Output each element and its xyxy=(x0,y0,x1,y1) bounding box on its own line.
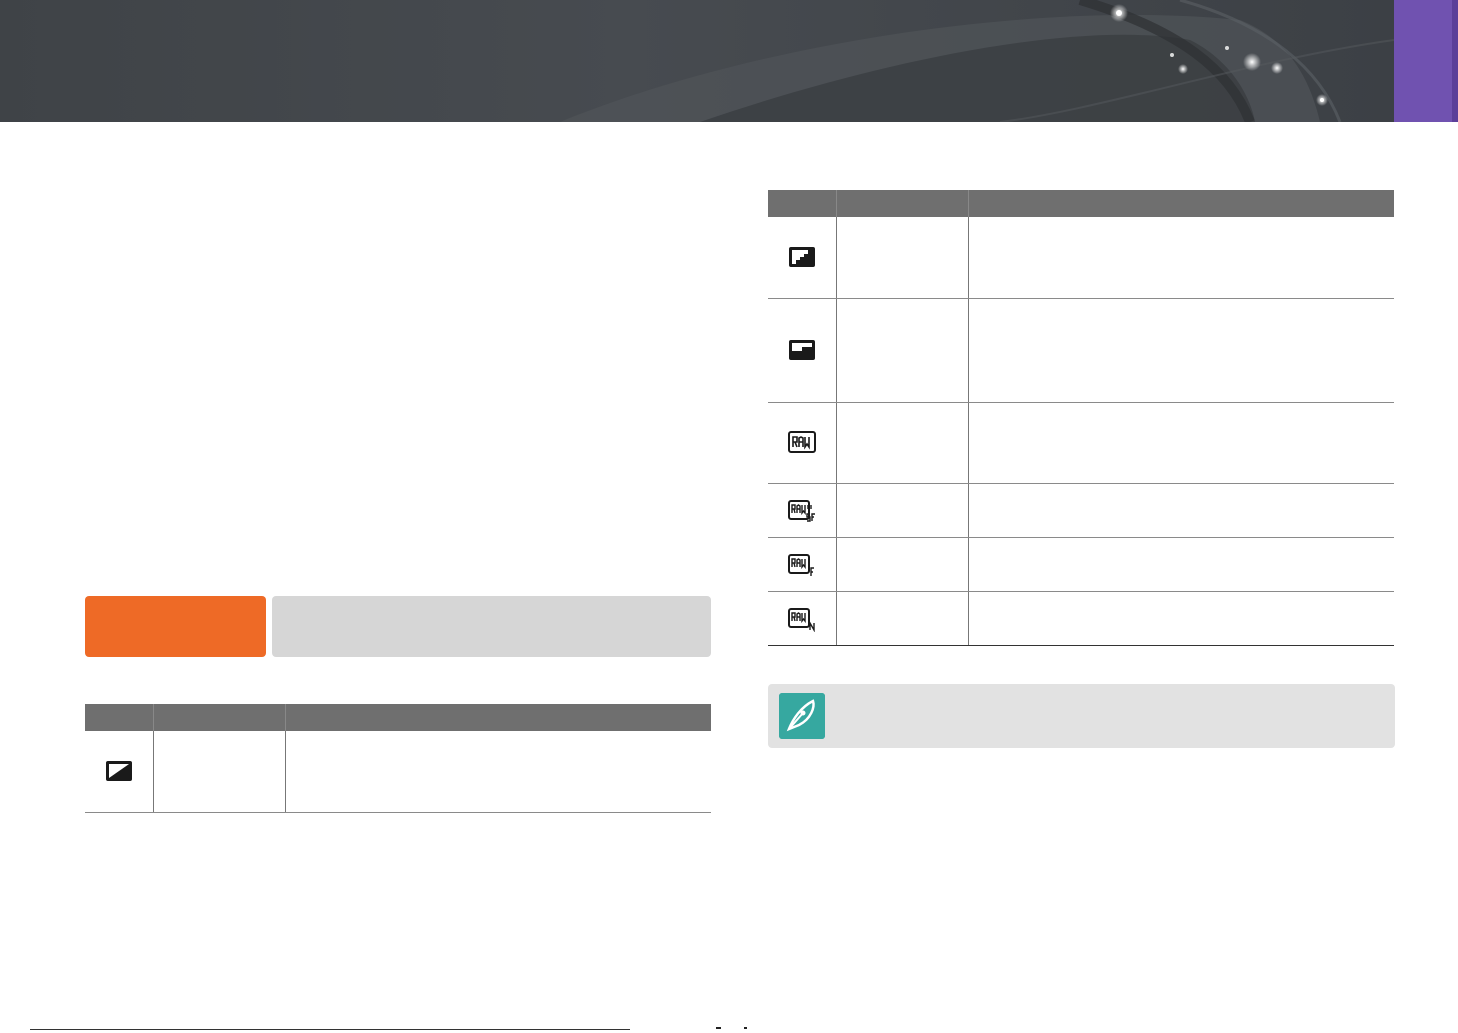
header-divider xyxy=(153,704,154,731)
picture-style-high-icon xyxy=(789,247,815,267)
header-divider xyxy=(285,704,286,731)
pen-nib-icon xyxy=(779,693,825,739)
banner-decoration xyxy=(560,0,1394,122)
left-option-table xyxy=(85,704,711,813)
table-bottom-rule xyxy=(768,645,1394,646)
option-description-bar xyxy=(272,596,711,657)
table-row-rule xyxy=(768,591,1394,592)
raw-normal-icon xyxy=(788,608,815,632)
footer-mark xyxy=(744,1027,747,1029)
header-banner xyxy=(0,0,1394,122)
table-row-rule xyxy=(768,483,1394,484)
option-label-block xyxy=(85,596,266,657)
right-option-table xyxy=(768,190,1394,646)
table-row-rule xyxy=(768,298,1394,299)
column-divider xyxy=(968,217,969,645)
raw-fine-icon xyxy=(788,554,814,576)
table-row-rule xyxy=(768,537,1394,538)
header-divider xyxy=(836,190,837,217)
table-header xyxy=(768,190,1394,217)
footer-rule xyxy=(30,1029,630,1030)
column-divider xyxy=(153,731,154,812)
note-box xyxy=(768,684,1395,748)
column-divider xyxy=(285,731,286,812)
chapter-tab[interactable] xyxy=(1394,0,1458,122)
table-row-rule xyxy=(768,402,1394,403)
picture-style-standard-icon xyxy=(106,761,132,781)
table-header xyxy=(85,704,711,731)
column-divider xyxy=(836,217,837,645)
footer-mark xyxy=(716,1027,721,1029)
raw-icon xyxy=(788,431,816,453)
picture-style-low-icon xyxy=(789,340,815,360)
chapter-tab-edge xyxy=(1452,0,1458,122)
raw-superfine-icon xyxy=(788,500,815,522)
table-bottom-rule xyxy=(85,812,711,813)
header-divider xyxy=(968,190,969,217)
